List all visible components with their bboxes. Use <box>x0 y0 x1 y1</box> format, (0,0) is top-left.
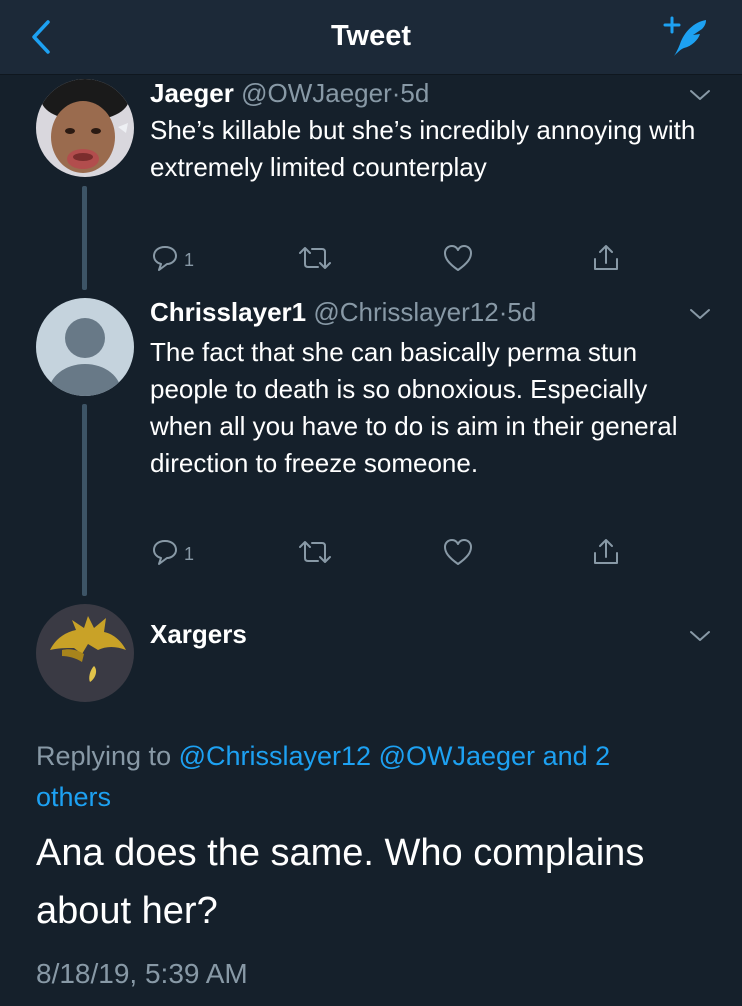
compose-button[interactable] <box>662 14 712 58</box>
avatar[interactable] <box>36 298 134 396</box>
user-photo-avatar <box>36 79 134 177</box>
compose-tweet-icon <box>663 16 706 56</box>
page-title: Tweet <box>330 20 412 52</box>
share-icon <box>594 539 618 564</box>
retweet-icon <box>299 247 331 269</box>
reply-count: 1 <box>184 543 195 564</box>
tweet-menu-icon[interactable] <box>688 628 712 644</box>
thread-connector <box>82 186 87 290</box>
default-profile-icon <box>36 298 134 396</box>
like-button[interactable] <box>442 534 474 570</box>
avatar[interactable] <box>36 604 134 702</box>
thread-connector <box>82 404 87 596</box>
tweet-timestamp: 8/18/19, 5:39 AM <box>36 958 248 989</box>
reply-count: 1 <box>184 249 195 270</box>
share-button[interactable] <box>590 240 622 276</box>
author-handle[interactable]: @Chrisslayer12 <box>313 297 498 327</box>
reply-button[interactable]: 1 <box>150 534 194 570</box>
mention-link[interactable]: @Chrisslayer12 <box>179 741 371 771</box>
tweet-menu-icon[interactable] <box>688 87 712 103</box>
tweet-actions: 1 <box>150 240 630 280</box>
tweet-time: 5d <box>400 78 430 108</box>
author-name[interactable]: Jaeger <box>150 78 234 108</box>
heart-icon <box>444 245 472 271</box>
replying-to-label: Replying to <box>36 741 172 771</box>
reply-icon <box>153 540 177 565</box>
tweet-time: 5d <box>507 297 537 327</box>
tweet-header: Jaeger @OWJaeger·5d <box>150 78 429 109</box>
avatar[interactable] <box>36 79 134 177</box>
mention-link[interactable]: @OWJaeger <box>379 741 535 771</box>
replying-to: Replying to @Chrisslayer12 @OWJaeger and… <box>36 736 686 818</box>
main-tweet-text: Ana does the same. Who complains about h… <box>36 832 645 932</box>
retweet-button[interactable] <box>296 534 334 570</box>
retweet-button[interactable] <box>296 240 334 276</box>
share-icon <box>594 245 618 270</box>
gold-character-avatar <box>36 604 134 702</box>
reply-button[interactable]: 1 <box>150 240 194 276</box>
tweet-menu-icon[interactable] <box>688 306 712 322</box>
tweet-text: The fact that she can basically perma st… <box>150 337 678 478</box>
tweet-text: She’s killable but she’s incredibly anno… <box>150 115 696 182</box>
author-name[interactable]: Xargers <box>150 619 247 649</box>
nav-bar: Tweet <box>0 0 742 75</box>
tweet-header: Xargers <box>150 619 247 650</box>
reply-icon <box>153 246 177 271</box>
retweet-icon <box>299 541 331 563</box>
like-button[interactable] <box>442 240 474 276</box>
heart-icon <box>444 539 472 565</box>
author-name[interactable]: Chrisslayer1 <box>150 297 306 327</box>
author-handle[interactable]: @OWJaeger <box>241 78 392 108</box>
share-button[interactable] <box>590 534 622 570</box>
tweet-actions: 1 <box>150 534 630 574</box>
tweet-header: Chrisslayer1 @Chrisslayer12·5d <box>150 297 536 328</box>
